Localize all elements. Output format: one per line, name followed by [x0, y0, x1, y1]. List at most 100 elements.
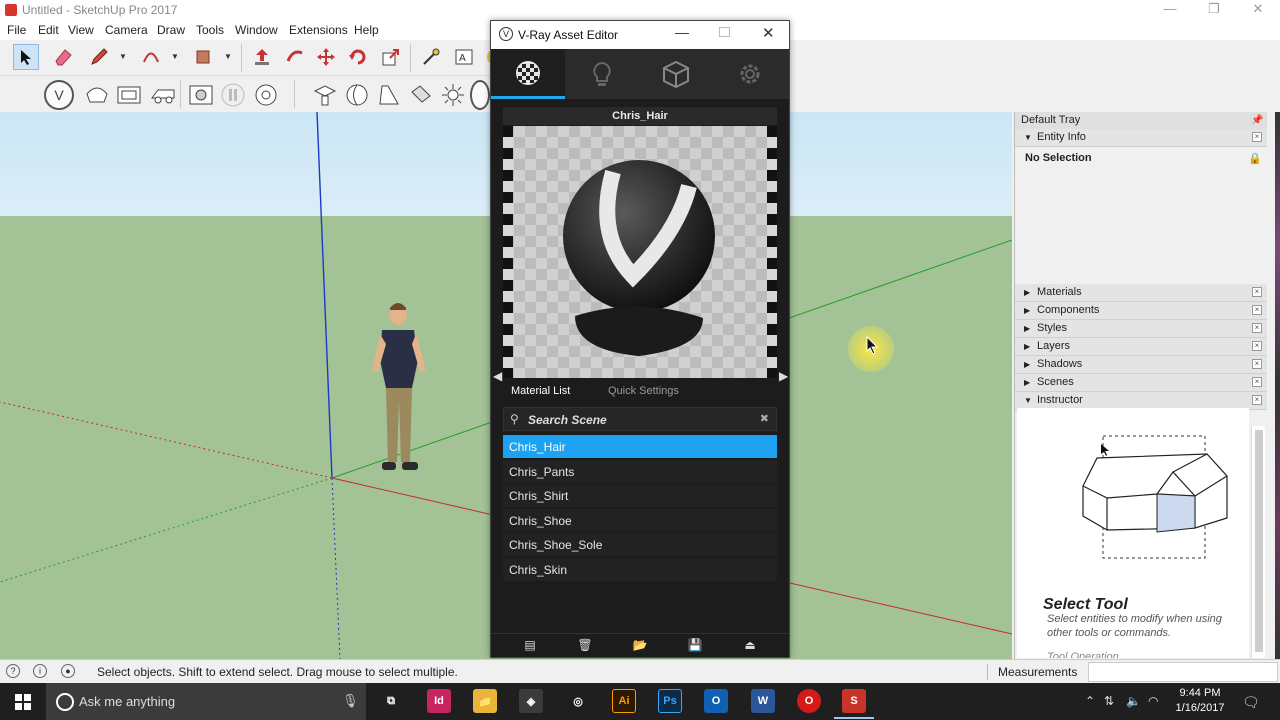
list-item-chris-shoe[interactable]: Chris_Shoe — [503, 508, 777, 533]
close-panel-icon[interactable]: × — [1252, 377, 1262, 387]
lights-tab[interactable] — [565, 49, 639, 99]
microphone-icon[interactable]: 🎙 — [342, 693, 359, 709]
volume-icon[interactable]: 🔈 — [1126, 694, 1141, 708]
open-file-icon[interactable]: 📂 — [632, 638, 648, 654]
start-button[interactable] — [0, 683, 46, 720]
dimension-icon[interactable]: A — [451, 44, 477, 70]
list-item-chris-hair[interactable]: Chris_Hair — [503, 435, 777, 459]
chrome-icon[interactable]: ◎ — [566, 689, 590, 713]
close-panel-icon[interactable]: × — [1252, 341, 1262, 351]
follow-me-icon[interactable] — [282, 44, 308, 70]
pause-icon[interactable] — [220, 82, 246, 108]
new-material-icon[interactable]: ▤ — [522, 638, 538, 654]
panel-layers[interactable]: ▶ Layers × — [1015, 338, 1267, 356]
user-icon[interactable]: ● — [61, 664, 75, 678]
move-icon[interactable] — [313, 44, 339, 70]
list-item-chris-skin[interactable]: Chris_Skin — [503, 557, 777, 582]
tape-measure-icon[interactable] — [418, 44, 444, 70]
close-panel-icon[interactable]: × — [1252, 132, 1262, 142]
tab-material-list[interactable]: Material List — [511, 385, 570, 397]
delete-icon[interactable]: 🗑 — [577, 638, 593, 654]
restore-button[interactable]: ❐ — [1192, 0, 1236, 20]
tab-quick-settings[interactable]: Quick Settings — [608, 385, 679, 397]
show-hidden-icons[interactable]: ⌃ — [1085, 694, 1095, 708]
indesign-icon[interactable]: Id — [427, 689, 451, 713]
vray-asset-editor-icon[interactable]: V — [44, 80, 74, 110]
vray-camera-icon[interactable] — [312, 82, 338, 108]
cortana-search[interactable]: Ask me anything 🎙 — [46, 683, 366, 720]
eraser-icon[interactable] — [50, 44, 76, 70]
preview-collapse-left-icon[interactable]: ◀ — [493, 369, 502, 383]
shape-dropdown-icon[interactable]: ▼ — [224, 52, 232, 61]
save-icon[interactable]: 💾 — [687, 638, 703, 654]
menu-window[interactable]: Window — [235, 23, 278, 37]
rectangle-icon[interactable] — [190, 44, 216, 70]
push-pull-icon[interactable] — [249, 44, 275, 70]
wifi-icon[interactable]: ◠ — [1148, 694, 1158, 708]
sketchup-taskbar-icon[interactable]: S — [834, 689, 874, 719]
vray-maximize-button[interactable] — [719, 27, 730, 37]
panel-styles[interactable]: ▶ Styles × — [1015, 320, 1267, 338]
arc-dropdown-icon[interactable]: ▼ — [171, 52, 179, 61]
menu-help[interactable]: Help — [354, 23, 379, 37]
import-icon[interactable]: ⏏ — [742, 638, 758, 654]
system-clock[interactable]: 9:44 PM 1/16/2017 — [1170, 686, 1230, 716]
pencil-icon[interactable] — [86, 44, 112, 70]
panel-shadows[interactable]: ▶ Shadows × — [1015, 356, 1267, 374]
vray-interactive-render-icon[interactable] — [116, 82, 142, 108]
pin-icon[interactable]: 📌 — [1251, 115, 1263, 126]
panel-entity-info[interactable]: ▼ Entity Info × — [1015, 129, 1267, 147]
vray-render-region-icon[interactable] — [150, 82, 176, 108]
settings-tab[interactable] — [713, 49, 787, 99]
select-tool-icon[interactable] — [13, 44, 39, 70]
vray-close-button[interactable]: ✕ — [762, 24, 775, 42]
menu-file[interactable]: File — [7, 23, 26, 37]
menu-view[interactable]: View — [68, 23, 94, 37]
material-search-input[interactable] — [528, 411, 748, 429]
tray-scrollbar[interactable] — [1251, 426, 1265, 658]
menu-draw[interactable]: Draw — [157, 23, 185, 37]
panel-scenes[interactable]: ▶ Scenes × — [1015, 374, 1267, 392]
target-icon[interactable] — [253, 82, 279, 108]
arc-icon[interactable] — [138, 44, 164, 70]
app-3d-icon[interactable]: ◈ — [519, 689, 543, 713]
menu-edit[interactable]: Edit — [38, 23, 59, 37]
menu-extensions[interactable]: Extensions — [289, 23, 348, 37]
list-item-chris-pants[interactable]: Chris_Pants — [503, 459, 777, 484]
geo-location-icon[interactable]: ? — [6, 664, 20, 678]
materials-tab[interactable] — [491, 49, 565, 99]
close-panel-icon[interactable]: × — [1252, 305, 1262, 315]
vray-ies-light-icon[interactable] — [408, 82, 434, 108]
task-view-icon[interactable]: ⧉ — [379, 689, 403, 713]
clear-search-icon[interactable]: ✖ — [760, 412, 769, 425]
pencil-dropdown-icon[interactable]: ▼ — [119, 52, 127, 61]
close-panel-icon[interactable]: × — [1252, 359, 1262, 369]
vray-frame-buffer-icon[interactable] — [188, 82, 214, 108]
outlook-icon[interactable]: O — [704, 689, 728, 713]
close-panel-icon[interactable]: × — [1252, 287, 1262, 297]
minimize-button[interactable]: — — [1148, 0, 1192, 20]
scrollbar-thumb[interactable] — [1255, 430, 1263, 652]
opera-icon[interactable]: O — [797, 689, 821, 713]
preview-collapse-right-icon[interactable]: ▶ — [779, 369, 788, 383]
vray-render-icon[interactable] — [84, 82, 110, 108]
rotate-icon[interactable] — [345, 44, 371, 70]
measurements-input[interactable] — [1088, 662, 1278, 682]
vray-omni-light-icon[interactable] — [440, 82, 466, 108]
geometry-tab[interactable] — [639, 49, 713, 99]
word-icon[interactable]: W — [751, 689, 775, 713]
list-item-chris-shoe-sole[interactable]: Chris_Shoe_Sole — [503, 533, 777, 557]
close-panel-icon[interactable]: × — [1252, 323, 1262, 333]
panel-components[interactable]: ▶ Components × — [1015, 302, 1267, 320]
menu-camera[interactable]: Camera — [105, 23, 148, 37]
credits-icon[interactable]: i — [33, 664, 47, 678]
vray-sphere-icon[interactable] — [344, 82, 370, 108]
menu-tools[interactable]: Tools — [196, 23, 224, 37]
illustrator-icon[interactable]: Ai — [612, 689, 636, 713]
vray-minimize-button[interactable]: — — [675, 24, 689, 40]
close-panel-icon[interactable]: × — [1252, 395, 1262, 405]
photoshop-icon[interactable]: Ps — [658, 689, 682, 713]
notifications-icon[interactable]: 🗨 — [1242, 694, 1260, 711]
scale-icon[interactable] — [378, 44, 404, 70]
file-explorer-icon[interactable]: 📁 — [473, 689, 497, 713]
